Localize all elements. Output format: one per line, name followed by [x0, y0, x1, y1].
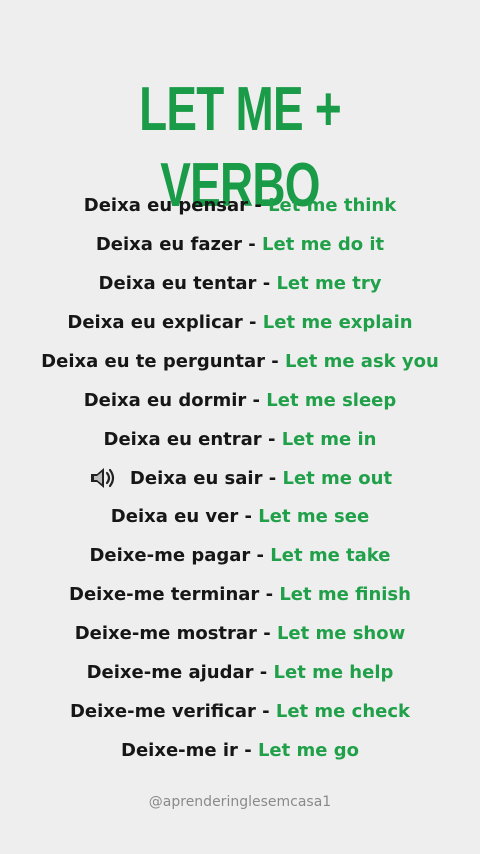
portuguese-phrase: Deixa eu entrar [103, 428, 262, 450]
portuguese-phrase: Deixa eu sair [129, 467, 263, 489]
portuguese-phrase: Deixe-me ajudar [86, 662, 254, 684]
phrase-row: Deixe-me ajudar - Let me help [0, 653, 480, 692]
phrase-row: Deixe-me verificar - Let me check [0, 692, 480, 731]
speaker-icon[interactable] [88, 465, 118, 491]
separator: - [248, 194, 269, 216]
english-phrase: Let me see [258, 506, 370, 528]
separator: - [238, 506, 259, 528]
english-phrase: Let me explain [262, 311, 413, 333]
portuguese-phrase: Deixa eu ver [110, 506, 239, 528]
phrase-row: Deixa eu fazer - Let me do it [0, 225, 480, 264]
separator: - [242, 311, 263, 333]
english-phrase: Let me finish [279, 584, 411, 606]
portuguese-phrase: Deixe-me mostrar [74, 623, 257, 645]
english-phrase: Let me sleep [266, 389, 397, 411]
phrase-row: Deixe-me terminar - Let me finish [0, 575, 480, 614]
english-phrase: Let me check [275, 701, 410, 723]
separator: - [246, 389, 267, 411]
phrase-row: Deixa eu explicar - Let me explain [0, 303, 480, 342]
english-phrase: Let me try [276, 272, 382, 294]
english-phrase: Let me in [281, 428, 377, 450]
phrase-row: Deixa eu tentar - Let me try [0, 264, 480, 303]
separator: - [256, 272, 277, 294]
english-phrase: Let me do it [262, 233, 385, 255]
english-phrase: Let me think [268, 194, 397, 216]
phrase-row: Deixa eu pensar - Let me think [0, 186, 480, 225]
phrase-row: Deixa eu ver - Let me see [0, 498, 480, 537]
separator: - [256, 623, 277, 645]
english-phrase: Let me take [270, 545, 391, 567]
english-phrase: Let me show [276, 623, 406, 645]
phrase-row: Deixa eu dormir - Let me sleep [0, 381, 480, 420]
english-phrase: Let me ask you [285, 350, 439, 372]
separator: - [253, 662, 274, 684]
english-phrase: Let me out [282, 467, 393, 489]
portuguese-phrase: Deixa eu te perguntar [41, 350, 265, 372]
english-phrase: Let me go [257, 740, 359, 762]
separator: - [250, 545, 271, 567]
english-phrase: Let me help [273, 662, 394, 684]
portuguese-phrase: Deixa eu pensar [83, 194, 249, 216]
portuguese-phrase: Deixe-me verificar [69, 701, 256, 723]
phrase-row: Deixe-me pagar - Let me take [0, 536, 480, 575]
portuguese-phrase: Deixe-me terminar [69, 584, 260, 606]
portuguese-phrase: Deixa eu tentar [98, 272, 257, 294]
separator: - [265, 350, 286, 372]
phrase-row: Deixa eu te perguntar - Let me ask you [0, 342, 480, 381]
portuguese-phrase: Deixe-me pagar [89, 545, 251, 567]
portuguese-phrase: Deixa eu fazer [95, 233, 243, 255]
phrase-list: Deixa eu pensar - Let me think Deixa eu … [0, 186, 480, 770]
phrase-row: Deixa eu entrar - Let me in [0, 420, 480, 459]
phrase-row-with-audio: Deixa eu sair - Let me out [0, 459, 480, 498]
portuguese-phrase: Deixa eu explicar [67, 311, 243, 333]
separator: - [259, 584, 280, 606]
separator: - [255, 701, 276, 723]
portuguese-phrase: Deixe-me ir [121, 740, 238, 762]
separator: - [261, 428, 282, 450]
account-handle: @aprenderinglesemcasa1 [148, 794, 332, 810]
separator: - [262, 467, 283, 489]
phrase-row: Deixe-me ir - Let me go [0, 731, 480, 770]
portuguese-phrase: Deixa eu dormir [83, 389, 247, 411]
separator: - [237, 740, 258, 762]
separator: - [242, 233, 263, 255]
phrase-row: Deixe-me mostrar - Let me show [0, 614, 480, 653]
